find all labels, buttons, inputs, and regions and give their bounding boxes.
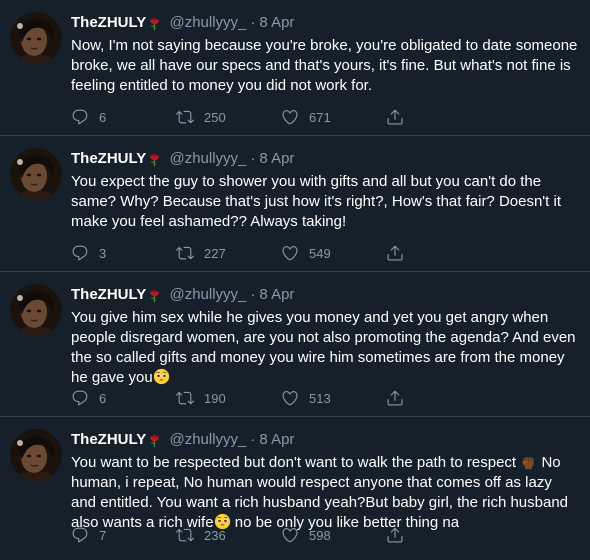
tweet-thread: TheZHULY @zhullyyy_ · 8 Apr Now, I'm not s… — [0, 0, 590, 553]
retweet-button[interactable]: 227 — [176, 244, 281, 262]
separator-dot: · — [250, 431, 256, 448]
rose-emoji-icon — [147, 287, 162, 302]
retweet-count: 236 — [204, 527, 226, 543]
reply-icon — [71, 244, 89, 262]
tweet-actions: 7 236 598 — [71, 526, 404, 544]
tweet-text: You want to be respected but don't want … — [71, 453, 581, 533]
tweet-actions: 6 250 671 — [71, 108, 404, 126]
reply-button[interactable]: 6 — [71, 108, 176, 126]
tweet-date[interactable]: 8 Apr — [259, 150, 294, 167]
display-name[interactable]: TheZHULY — [71, 14, 146, 31]
retweet-count: 190 — [204, 390, 226, 406]
user-handle[interactable]: @zhullyyy_ — [169, 286, 246, 303]
share-icon — [386, 108, 404, 126]
share-button[interactable] — [386, 244, 404, 262]
reply-button[interactable]: 7 — [71, 526, 176, 544]
share-icon — [386, 389, 404, 407]
tweet-actions: 6 190 513 — [71, 389, 404, 407]
tweet-header: TheZHULY @zhullyyy_ · 8 Apr — [71, 285, 294, 305]
reply-icon — [71, 526, 89, 544]
like-button[interactable]: 598 — [281, 526, 386, 544]
tweet-header: TheZHULY @zhullyyy_ · 8 Apr — [71, 430, 294, 450]
rose-emoji-icon — [147, 15, 162, 30]
tweet-date[interactable]: 8 Apr — [259, 14, 294, 31]
display-name[interactable]: TheZHULY — [71, 150, 146, 167]
avatar[interactable] — [10, 284, 62, 336]
like-count: 671 — [309, 109, 331, 125]
like-button[interactable]: 513 — [281, 389, 386, 407]
share-button[interactable] — [386, 389, 404, 407]
reply-count: 6 — [99, 390, 107, 406]
like-button[interactable]: 671 — [281, 108, 386, 126]
raised-fist-emoji-icon — [520, 453, 537, 470]
tweet[interactable]: TheZHULY @zhullyyy_ · 8 Apr You give him s… — [0, 272, 590, 417]
reply-count: 3 — [99, 245, 107, 261]
avatar[interactable] — [10, 429, 62, 481]
display-name[interactable]: TheZHULY — [71, 286, 146, 303]
tweet-actions: 3 227 549 — [71, 244, 404, 262]
tweet-text-part-1: You want to be respected but don't want … — [71, 454, 517, 471]
retweet-count: 250 — [204, 109, 226, 125]
retweet-button[interactable]: 236 — [176, 526, 281, 544]
tweet[interactable]: TheZHULY @zhullyyy_ · 8 Apr You want to be… — [0, 417, 590, 553]
like-count: 549 — [309, 245, 331, 261]
tweet-text: You give him sex while he gives you mone… — [71, 308, 581, 388]
retweet-icon — [176, 526, 194, 544]
separator-dot: · — [250, 286, 256, 303]
retweet-button[interactable]: 190 — [176, 389, 281, 407]
heart-icon — [281, 526, 299, 544]
tweet-header: TheZHULY @zhullyyy_ · 8 Apr — [71, 13, 294, 33]
heart-icon — [281, 244, 299, 262]
heart-icon — [281, 389, 299, 407]
reply-button[interactable]: 3 — [71, 244, 176, 262]
share-icon — [386, 244, 404, 262]
tweet-text-body: You give him sex while he gives you mone… — [71, 309, 576, 386]
heart-icon — [281, 108, 299, 126]
share-icon — [386, 526, 404, 544]
user-handle[interactable]: @zhullyyy_ — [169, 14, 246, 31]
reply-icon — [71, 389, 89, 407]
retweet-icon — [176, 389, 194, 407]
separator-dot: · — [250, 14, 256, 31]
tweet-text: You expect the guy to shower you with gi… — [71, 173, 562, 230]
reply-count: 6 — [99, 109, 107, 125]
avatar[interactable] — [10, 148, 62, 200]
tweet-text: Now, I'm not saying because you're broke… — [71, 37, 578, 94]
tweet-date[interactable]: 8 Apr — [259, 286, 294, 303]
rose-emoji-icon — [147, 151, 162, 166]
reply-count: 7 — [99, 527, 107, 543]
share-button[interactable] — [386, 526, 404, 544]
share-button[interactable] — [386, 108, 404, 126]
pleading-face-emoji-icon — [153, 368, 170, 385]
user-handle[interactable]: @zhullyyy_ — [169, 431, 246, 448]
separator-dot: · — [250, 150, 256, 167]
tweet[interactable]: TheZHULY @zhullyyy_ · 8 Apr You expect the… — [0, 136, 590, 272]
retweet-count: 227 — [204, 245, 226, 261]
like-count: 598 — [309, 527, 331, 543]
tweet-date[interactable]: 8 Apr — [259, 431, 294, 448]
tweet-header: TheZHULY @zhullyyy_ · 8 Apr — [71, 149, 294, 169]
display-name[interactable]: TheZHULY — [71, 431, 146, 448]
tweet[interactable]: TheZHULY @zhullyyy_ · 8 Apr Now, I'm not s… — [0, 0, 590, 136]
reply-button[interactable]: 6 — [71, 389, 176, 407]
retweet-icon — [176, 108, 194, 126]
retweet-icon — [176, 244, 194, 262]
rose-emoji-icon — [147, 432, 162, 447]
avatar[interactable] — [10, 12, 62, 64]
like-button[interactable]: 549 — [281, 244, 386, 262]
user-handle[interactable]: @zhullyyy_ — [169, 150, 246, 167]
reply-icon — [71, 108, 89, 126]
retweet-button[interactable]: 250 — [176, 108, 281, 126]
like-count: 513 — [309, 390, 331, 406]
